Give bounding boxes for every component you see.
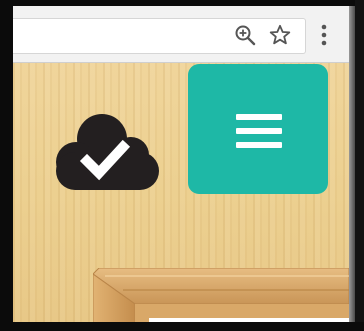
browser-toolbar	[13, 6, 349, 63]
screen-bezel-right	[355, 0, 364, 331]
picture-frame	[93, 268, 349, 322]
kebab-menu-icon[interactable]	[316, 22, 332, 48]
menu-button[interactable]	[188, 64, 328, 194]
cloud-check-icon	[56, 114, 159, 190]
screen-bezel-left	[0, 0, 13, 331]
bookmark-star-icon[interactable]	[269, 24, 291, 46]
hamburger-bar-bottom	[236, 142, 282, 148]
zoom-icon[interactable]	[234, 24, 256, 46]
hamburger-bar-middle	[236, 128, 282, 134]
hamburger-menu-icon	[236, 114, 282, 120]
address-bar[interactable]	[13, 18, 306, 54]
screen-bezel-bottom	[0, 322, 364, 331]
page-viewport	[13, 63, 349, 322]
